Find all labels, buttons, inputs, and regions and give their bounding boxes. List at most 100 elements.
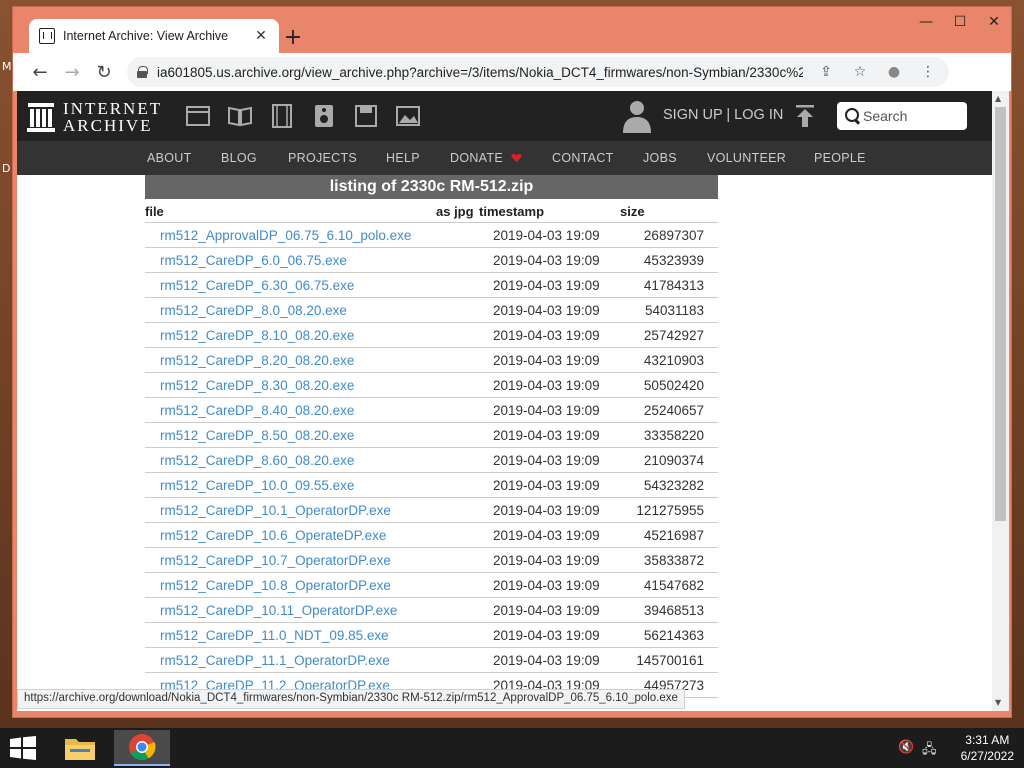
scroll-down-arrow-icon[interactable]: ▼: [995, 698, 1001, 707]
file-timestamp: 2019-04-03 19:09: [493, 553, 600, 568]
video-film-icon[interactable]: [269, 103, 295, 129]
desktop-edge-mark: M: [2, 60, 12, 73]
search-box[interactable]: [837, 102, 967, 130]
texts-book-icon[interactable]: [227, 103, 253, 129]
file-timestamp: 2019-04-03 19:09: [493, 228, 600, 243]
file-link[interactable]: rm512_CareDP_8.10_08.20.exe: [160, 328, 354, 343]
maximize-button[interactable]: ☐: [943, 7, 977, 37]
back-button[interactable]: ←: [25, 57, 55, 87]
nav-people[interactable]: PEOPLE: [814, 151, 866, 165]
forward-button[interactable]: →: [57, 57, 87, 87]
file-link[interactable]: rm512_CareDP_10.6_OperateDP.exe: [160, 528, 386, 543]
file-size: 45323939: [643, 253, 704, 268]
address-bar[interactable]: ia601805.us.archive.org/view_archive.php…: [127, 57, 949, 87]
scrollbar-thumb[interactable]: [995, 107, 1006, 521]
images-picture-icon[interactable]: [395, 103, 421, 129]
file-link[interactable]: rm512_CareDP_10.0_09.55.exe: [160, 478, 354, 493]
taskbar-file-explorer[interactable]: [52, 730, 108, 766]
nav-volunteer[interactable]: VOLUNTEER: [707, 151, 786, 165]
close-window-button[interactable]: ✕: [977, 7, 1011, 37]
file-timestamp: 2019-04-03 19:09: [493, 528, 600, 543]
file-timestamp: 2019-04-03 19:09: [493, 353, 600, 368]
page-scrollbar[interactable]: ▲ ▼: [992, 91, 1009, 711]
volume-muted-icon[interactable]: 🔇: [898, 740, 914, 756]
file-link[interactable]: rm512_CareDP_10.1_OperatorDP.exe: [160, 503, 391, 518]
file-link[interactable]: rm512_CareDP_6.30_06.75.exe: [160, 278, 354, 293]
tab-close-icon[interactable]: ✕: [253, 28, 269, 44]
file-size: 41547682: [643, 578, 704, 593]
file-size: 54323282: [643, 478, 704, 493]
network-icon[interactable]: 🖧: [922, 740, 938, 757]
nav-projects[interactable]: PROJECTS: [288, 151, 357, 165]
file-link[interactable]: rm512_CareDP_8.20_08.20.exe: [160, 353, 354, 368]
nav-help[interactable]: HELP: [386, 151, 420, 165]
upload-icon[interactable]: [795, 105, 815, 127]
table-row: rm512_CareDP_10.6_OperateDP.exe 2019-04-0…: [145, 523, 718, 548]
file-link[interactable]: rm512_CareDP_10.11_OperatorDP.exe: [160, 603, 397, 618]
file-link[interactable]: rm512_CareDP_8.30_08.20.exe: [160, 378, 354, 393]
scroll-up-arrow-icon[interactable]: ▲: [995, 94, 1001, 103]
file-timestamp: 2019-04-03 19:09: [493, 253, 600, 268]
file-timestamp: 2019-04-03 19:09: [493, 603, 600, 618]
archive-temple-icon: [27, 103, 55, 132]
file-link[interactable]: rm512_CareDP_11.0_NDT_09.85.exe: [160, 628, 389, 643]
file-link[interactable]: rm512_CareDP_10.7_OperatorDP.exe: [160, 553, 391, 568]
profile-avatar-icon[interactable]: ●: [883, 61, 905, 83]
browser-menu-icon[interactable]: ⋮: [917, 61, 939, 83]
nav-donate[interactable]: DONATE: [450, 151, 522, 165]
file-timestamp: 2019-04-03 19:09: [493, 578, 600, 593]
file-link[interactable]: rm512_CareDP_10.8_OperatorDP.exe: [160, 578, 391, 593]
logo-line-archive: ARCHIVE: [63, 116, 153, 135]
browser-toolbar: ← → ↻ ia601805.us.archive.org/view_archi…: [13, 53, 1011, 91]
archive-listing-table: listing of 2330c RM-512.zip file as jpg …: [145, 175, 718, 698]
file-timestamp: 2019-04-03 19:09: [493, 403, 600, 418]
file-link[interactable]: rm512_CareDP_11.1_OperatorDP.exe: [160, 653, 390, 668]
search-icon: [845, 108, 859, 124]
browser-tab[interactable]: Internet Archive: View Archive ✕: [29, 19, 279, 53]
nav-jobs[interactable]: JOBS: [643, 151, 677, 165]
software-floppy-icon[interactable]: [353, 103, 379, 129]
web-icon[interactable]: [185, 103, 211, 129]
table-row: rm512_CareDP_10.7_OperatorDP.exe 2019-04-…: [145, 548, 718, 573]
archive-favicon-icon: [39, 28, 55, 44]
file-timestamp: 2019-04-03 19:09: [493, 378, 600, 393]
system-clock[interactable]: 3:31 AM 6/27/2022: [961, 732, 1014, 764]
header-size: size: [620, 204, 645, 219]
file-size: 35833872: [643, 553, 704, 568]
lock-icon[interactable]: [137, 66, 148, 78]
file-link[interactable]: rm512_CareDP_8.60_08.20.exe: [160, 453, 354, 468]
file-timestamp: 2019-04-03 19:09: [493, 503, 600, 518]
nav-about[interactable]: ABOUT: [147, 151, 192, 165]
url-text[interactable]: ia601805.us.archive.org/view_archive.php…: [157, 65, 803, 80]
share-icon[interactable]: ⇪: [815, 61, 837, 83]
audio-speaker-icon[interactable]: [311, 103, 337, 129]
file-link[interactable]: rm512_CareDP_8.40_08.20.exe: [160, 403, 354, 418]
minimize-button[interactable]: —: [909, 7, 943, 37]
nav-contact[interactable]: CONTACT: [552, 151, 614, 165]
new-tab-button[interactable]: +: [279, 23, 307, 51]
internet-archive-logo[interactable]: INTERNET ARCHIVE: [27, 99, 167, 135]
listing-title: listing of 2330c RM-512.zip: [145, 175, 718, 199]
file-link[interactable]: rm512_CareDP_8.50_08.20.exe: [160, 428, 354, 443]
file-link[interactable]: rm512_CareDP_6.0_06.75.exe: [160, 253, 347, 268]
tab-title: Internet Archive: View Archive: [63, 29, 229, 43]
nav-blog[interactable]: BLOG: [221, 151, 257, 165]
windows-start-icon[interactable]: [8, 736, 38, 760]
desktop-edge-mark: D: [2, 162, 11, 175]
file-timestamp: 2019-04-03 19:09: [493, 628, 600, 643]
file-size: 145700161: [636, 653, 704, 668]
file-link[interactable]: rm512_CareDP_8.0_08.20.exe: [160, 303, 347, 318]
file-size: 56214363: [643, 628, 704, 643]
bookmark-star-icon[interactable]: ☆: [849, 61, 871, 83]
user-icon[interactable]: [623, 99, 651, 133]
reload-button[interactable]: ↻: [89, 57, 119, 87]
table-row: rm512_CareDP_10.11_OperatorDP.exe 2019-04…: [145, 598, 718, 623]
search-input[interactable]: [863, 108, 959, 124]
taskbar-chrome[interactable]: [114, 730, 170, 766]
table-row: rm512_CareDP_8.60_08.20.exe 2019-04-03 19…: [145, 448, 718, 473]
file-timestamp: 2019-04-03 19:09: [493, 278, 600, 293]
file-size: 41784313: [643, 278, 704, 293]
file-link[interactable]: rm512_ApprovalDP_06.75_6.10_polo.exe: [160, 228, 411, 243]
table-row: rm512_CareDP_8.40_08.20.exe 2019-04-03 19…: [145, 398, 718, 423]
signup-login-link[interactable]: SIGN UP | LOG IN: [663, 107, 783, 123]
